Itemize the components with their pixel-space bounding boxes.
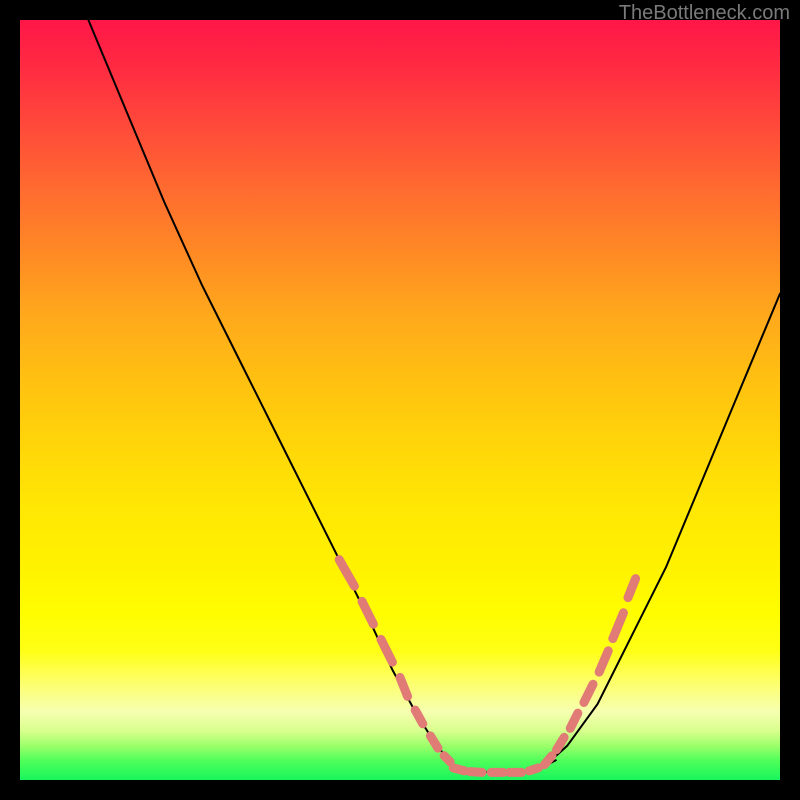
curve-layer xyxy=(20,20,780,780)
dash-segment xyxy=(570,713,578,728)
dash-segment xyxy=(470,772,482,773)
dash-segment xyxy=(584,684,593,702)
dash-segment xyxy=(339,560,354,587)
dash-segment xyxy=(628,579,636,598)
dash-segment xyxy=(599,651,608,672)
dash-segment xyxy=(444,756,450,762)
dash-segment xyxy=(544,756,552,765)
curve-segment xyxy=(544,294,780,767)
dash-segment xyxy=(381,639,392,662)
plot-area xyxy=(20,20,780,780)
watermark-text: TheBottleneck.com xyxy=(619,2,790,25)
dash-segment xyxy=(557,737,565,749)
dash-segment xyxy=(453,768,464,771)
dash-segment xyxy=(430,736,438,748)
curve-segment xyxy=(88,20,464,772)
dash-segment xyxy=(613,613,624,639)
dash-segment xyxy=(400,677,408,696)
chart-container: TheBottleneck.com xyxy=(0,0,800,800)
dash-segment xyxy=(415,710,423,724)
dash-segment xyxy=(362,601,373,624)
dash-segment xyxy=(529,768,538,771)
